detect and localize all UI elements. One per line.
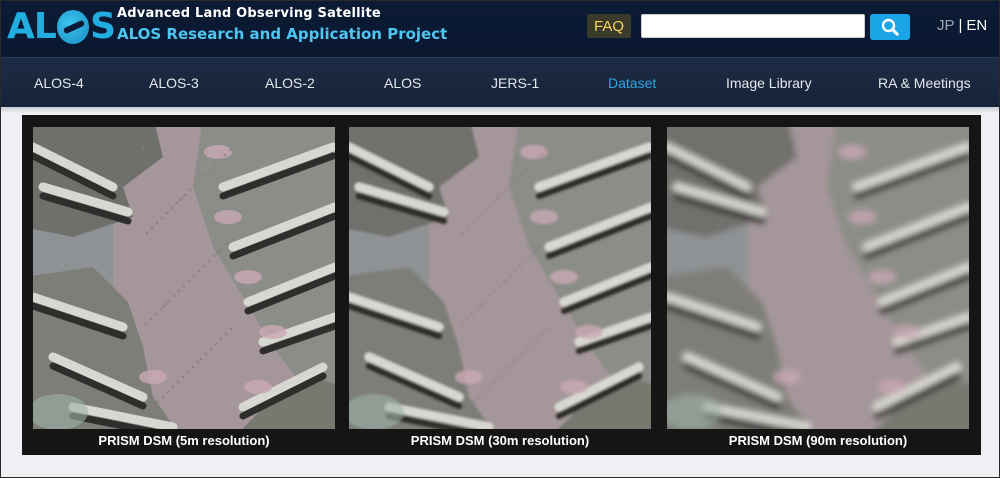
dsm-image-30m: [349, 127, 651, 429]
language-switcher: JP | EN: [937, 17, 987, 34]
nav-item-image-library[interactable]: Image Library: [726, 75, 812, 91]
search-button[interactable]: [870, 14, 910, 40]
dsm-image-5m: [33, 127, 335, 429]
nav-item-alos-4[interactable]: ALOS-4: [34, 75, 84, 91]
search-input[interactable]: [641, 14, 865, 38]
lang-jp-link[interactable]: JP: [937, 17, 955, 34]
site-project-title[interactable]: ALOS Research and Application Project: [117, 25, 447, 43]
site-tagline: Advanced Land Observing Satellite: [117, 6, 381, 21]
main-nav: ALOS-4 ALOS-3 ALOS-2 ALOS JERS-1 Dataset…: [1, 57, 999, 107]
dsm-caption-30m: PRISM DSM (30m resolution): [410, 433, 590, 448]
logo-globe-icon: [56, 10, 90, 44]
nav-shadow: [1, 107, 999, 113]
nav-item-ra-meetings[interactable]: RA & Meetings: [878, 75, 971, 91]
dsm-comparison-panel: PRISM DSM (5m resolution) PRISM DSM (30m…: [22, 115, 981, 455]
dsm-caption-90m: PRISM DSM (90m resolution): [728, 433, 908, 448]
lang-en-link[interactable]: EN: [966, 17, 987, 34]
page-bottom: [1, 455, 999, 477]
nav-item-jers-1[interactable]: JERS-1: [491, 75, 539, 91]
site-header: AL S Advanced Land Observing Satellite AL…: [1, 1, 999, 57]
nav-item-alos-3[interactable]: ALOS-3: [149, 75, 199, 91]
search-icon: [881, 18, 899, 36]
nav-item-alos-2[interactable]: ALOS-2: [265, 75, 315, 91]
logo-text: AL S: [7, 6, 116, 47]
nav-item-alos[interactable]: ALOS: [384, 75, 421, 91]
lang-separator: |: [958, 17, 963, 34]
nav-item-dataset[interactable]: Dataset: [608, 75, 656, 91]
dsm-caption-5m: PRISM DSM (5m resolution): [98, 433, 270, 448]
alos-logo[interactable]: AL S: [7, 6, 116, 47]
faq-button[interactable]: FAQ: [587, 14, 631, 38]
dsm-image-90m: [667, 127, 969, 429]
